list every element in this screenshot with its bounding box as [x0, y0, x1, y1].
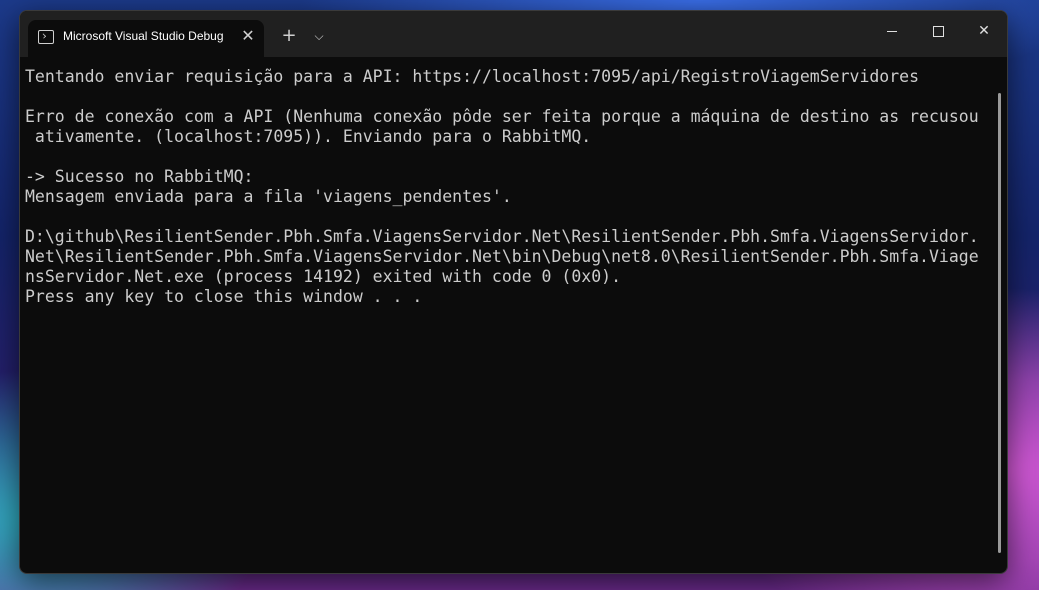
console-line: nsServidor.Net.exe (process 14192) exite… [25, 267, 622, 286]
maximize-icon [932, 25, 944, 37]
tab-close-icon[interactable]: ✕ [238, 26, 258, 46]
console-line: Net\ResilientSender.Pbh.Smfa.ViagensServ… [25, 247, 979, 266]
terminal-window: Microsoft Visual Studio Debug Console ✕ … [19, 10, 1008, 574]
console-line: ativamente. (localhost:7095)). Enviando … [25, 127, 592, 146]
console-line: -> Sucesso no RabbitMQ: [25, 167, 254, 186]
console-output[interactable]: Tentando enviar requisição para a API: h… [20, 57, 995, 567]
maximize-button[interactable] [915, 11, 961, 51]
console-icon [38, 30, 54, 44]
minimize-button[interactable] [869, 11, 915, 51]
console-line: D:\github\ResilientSender.Pbh.Smfa.Viage… [25, 227, 979, 246]
tab-dropdown-button[interactable]: ⌵ [308, 25, 330, 47]
console-line: Tentando enviar requisição para a API: h… [25, 67, 920, 86]
minimize-icon [887, 30, 897, 32]
title-bar: Microsoft Visual Studio Debug Console ✕ … [20, 11, 1007, 57]
console-line: Press any key to close this window . . . [25, 287, 423, 306]
tab-debug-console[interactable]: Microsoft Visual Studio Debug Console ✕ [28, 20, 264, 57]
vertical-scrollbar[interactable] [998, 93, 1001, 553]
new-tab-button[interactable]: + [278, 25, 300, 47]
tab-title: Microsoft Visual Studio Debug Console [63, 29, 225, 43]
close-window-button[interactable]: ✕ [961, 11, 1007, 51]
console-line: Erro de conexão com a API (Nenhuma conex… [25, 107, 979, 126]
console-line: Mensagem enviada para a fila 'viagens_pe… [25, 187, 512, 206]
